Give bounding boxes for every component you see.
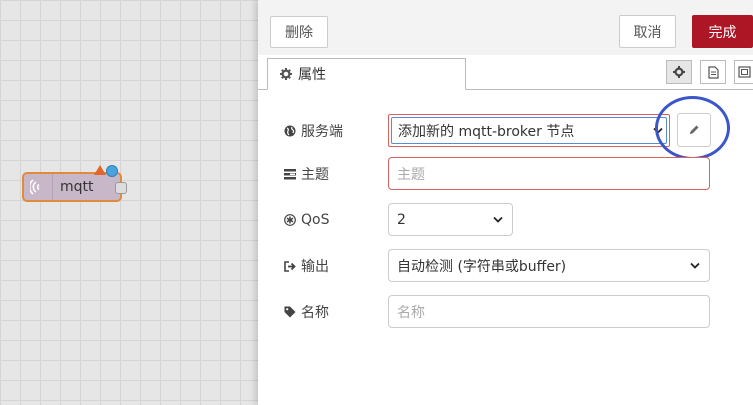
chevron-down-icon: [493, 216, 503, 223]
gear-icon: [673, 66, 685, 78]
layout-icon: [737, 66, 751, 78]
topic-placeholder: 主题: [397, 166, 425, 183]
tasks-icon: [284, 168, 296, 179]
chevron-down-icon: [690, 262, 700, 269]
name-label: 名称: [284, 294, 329, 330]
delete-button[interactable]: 删除: [270, 16, 328, 48]
node-label: mqtt: [60, 179, 94, 195]
server-row: 服务端 添加新的 mqtt-broker 节点: [258, 96, 753, 160]
wifi-icon: [24, 174, 53, 200]
server-select-value: 添加新的 mqtt-broker 节点: [398, 123, 575, 140]
output-select-value: 自动检测 (字符串或buffer): [397, 258, 567, 275]
done-button[interactable]: 完成: [692, 15, 753, 48]
topic-row: 主题 主题: [258, 156, 753, 192]
status-dot: [106, 165, 118, 177]
pencil-icon: [690, 125, 699, 134]
gear-icon: [280, 68, 292, 80]
chevron-down-icon: [653, 127, 663, 134]
name-placeholder: 名称: [397, 304, 425, 321]
name-row: 名称 名称: [258, 294, 753, 330]
tab-appearance[interactable]: [734, 60, 753, 84]
server-select[interactable]: 添加新的 mqtt-broker 节点: [388, 114, 670, 147]
warning-icon: [94, 165, 106, 175]
name-input[interactable]: 名称: [388, 295, 710, 328]
output-select[interactable]: 自动检测 (字符串或buffer): [388, 249, 710, 282]
sign-out-icon: [284, 260, 296, 272]
qos-row: QoS 2: [258, 202, 753, 238]
topic-label: 主题: [284, 156, 329, 192]
server-label: 服务端: [284, 113, 343, 149]
file-icon: [707, 65, 719, 79]
tab-properties-label: 属性: [298, 67, 326, 83]
tab-properties[interactable]: 属性: [267, 58, 466, 90]
edit-tray: 删除 取消 完成 属性 服务端 添加新的 mqtt-broker 节点 主题 主…: [258, 0, 753, 405]
asterisk-icon: [284, 214, 296, 226]
mqtt-node[interactable]: mqtt: [22, 165, 127, 202]
edit-broker-button[interactable]: [677, 113, 711, 147]
cancel-button[interactable]: 取消: [619, 15, 676, 48]
output-port[interactable]: [115, 182, 127, 194]
globe-icon: [284, 125, 296, 137]
qos-select-value: 2: [397, 211, 406, 228]
tab-settings[interactable]: [666, 60, 692, 84]
tray-header: 删除 取消 完成: [258, 7, 753, 56]
qos-label: QoS: [284, 202, 329, 238]
topic-input[interactable]: 主题: [388, 157, 710, 190]
tab-description[interactable]: [700, 60, 726, 84]
flow-workspace[interactable]: mqtt: [0, 0, 258, 405]
output-row: 输出 自动检测 (字符串或buffer): [258, 248, 753, 284]
output-label: 输出: [284, 248, 329, 284]
qos-select[interactable]: 2: [388, 203, 513, 236]
tag-icon: [284, 306, 296, 318]
